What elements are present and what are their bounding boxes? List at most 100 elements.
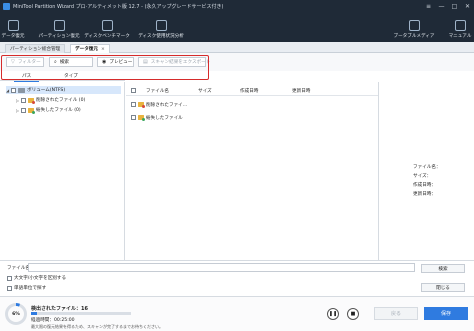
save-button[interactable]: 保存 xyxy=(424,307,468,320)
file-name: 紛失したファイル xyxy=(146,116,183,121)
column-size[interactable]: サイズ xyxy=(198,88,212,94)
preview-button[interactable]: ◉ プレビュー xyxy=(97,57,134,67)
tab-label: データ復元 xyxy=(75,47,98,52)
filter-icon: ▽ xyxy=(11,59,15,65)
match-case-checkbox[interactable] xyxy=(7,275,12,281)
ribbon-disk-benchmark-button[interactable]: ディスクベンチマーク xyxy=(84,12,130,42)
scan-progress-bar xyxy=(31,312,131,315)
file-list: ファイル名 サイズ 作成日時 更新日時 削除されたファイ... 紛失したファイル xyxy=(126,82,378,260)
view-tabs: パス タイプ xyxy=(0,71,125,82)
export-icon: ▤ xyxy=(143,59,148,65)
filter-button[interactable]: ▽ フィルター xyxy=(6,57,44,67)
column-name[interactable]: ファイル名 xyxy=(146,88,169,94)
data-recovery-icon xyxy=(7,20,19,31)
partition-recovery-icon xyxy=(53,20,65,31)
detail-created-label: 作成日時： xyxy=(413,183,436,188)
tree-item-volume[interactable]: ◢ ボリューム(NTFS) xyxy=(6,86,121,94)
filename-input[interactable] xyxy=(28,263,415,272)
disk-icon xyxy=(18,87,25,93)
tab-path[interactable]: パス xyxy=(13,73,40,82)
window-controls: ≡ — □ ✕ xyxy=(422,0,474,12)
tree-item-label: 削除されたファイル (0) xyxy=(36,98,86,103)
minimize-icon[interactable]: — xyxy=(435,0,448,12)
filter-label: フィルター xyxy=(17,60,41,65)
find-panel: ファイル名： 検索 大文字/小文字を区別する 単語単位で探す 閉じる xyxy=(0,260,474,296)
detail-modified-label: 更新日時： xyxy=(413,192,436,197)
tree-item-label: ボリューム(NTFS) xyxy=(27,88,66,93)
row-checkbox[interactable] xyxy=(131,102,136,107)
detail-size-label: サイズ： xyxy=(413,174,432,179)
file-details-panel: ファイル名： サイズ： 作成日時： 更新日時： xyxy=(378,82,474,260)
whole-word-option[interactable]: 単語単位で探す xyxy=(7,285,46,291)
deleted-folder-icon xyxy=(28,97,35,104)
tree-checkbox[interactable] xyxy=(21,107,26,113)
ribbon-label: マニュアル xyxy=(448,34,472,39)
whole-word-checkbox[interactable] xyxy=(7,285,12,291)
manual-icon xyxy=(454,20,466,31)
ribbon-label: データ復元 xyxy=(1,34,25,39)
space-analyzer-icon xyxy=(155,20,167,31)
ribbon-manual-button[interactable]: マニュアル xyxy=(448,12,472,42)
search-icon: ⌕ xyxy=(54,59,57,65)
match-case-label: 大文字/小文字を区別する xyxy=(14,276,67,281)
scan-status-bar: 6% 検出されたファイル：16 経過時間：00:25:00 最大限の復元結果を得… xyxy=(0,296,474,331)
scan-progress-percent: 6% xyxy=(8,306,24,322)
select-all-checkbox[interactable] xyxy=(131,88,136,93)
scan-progress-ring: 6% xyxy=(5,303,27,325)
scan-progress-bar-fill xyxy=(31,312,37,315)
column-created[interactable]: 作成日時 xyxy=(240,88,258,94)
pause-icon: ❚❚ xyxy=(328,311,338,317)
whole-word-label: 単語単位で探す xyxy=(14,286,47,291)
tree-item-label: 紛失したファイル (0) xyxy=(36,108,81,113)
column-modified[interactable]: 更新日時 xyxy=(292,88,310,94)
stop-icon: ■ xyxy=(350,311,356,317)
file-row[interactable]: 紛失したファイル xyxy=(126,113,378,122)
tree-item-lost-files[interactable]: ▷ 紛失したファイル (0) xyxy=(16,106,81,114)
tab-label: パーティション総合管理 xyxy=(10,47,61,52)
search-label: 検索 xyxy=(59,60,70,65)
folder-tree: ◢ ボリューム(NTFS) ▷ 削除されたファイル (0) ▷ 紛失したファイル… xyxy=(0,82,125,260)
file-row[interactable]: 削除されたファイ... xyxy=(126,100,378,109)
window-title: MiniTool Partition Wizard プロ·アルティメット版 12… xyxy=(13,3,224,10)
file-list-header: ファイル名 サイズ 作成日時 更新日時 xyxy=(126,86,378,96)
tree-checkbox[interactable] xyxy=(11,87,16,93)
ribbon-data-recovery-button[interactable]: データ復元 xyxy=(1,12,25,42)
pause-button[interactable]: ❚❚ xyxy=(327,308,339,320)
close-find-button[interactable]: 閉じる xyxy=(421,283,465,292)
tree-checkbox[interactable] xyxy=(21,97,26,103)
ribbon-partition-recovery-button[interactable]: パーティション復元 xyxy=(38,12,80,42)
back-button[interactable]: 戻る xyxy=(374,307,418,320)
tab-data-recovery[interactable]: データ復元 × xyxy=(70,44,110,53)
toolbar: ▽ フィルター ⌕ 検索 ◉ プレビュー ▤ スキャン結果をエクスポート xyxy=(0,53,474,71)
app-header: MiniTool Partition Wizard プロ·アルティメット版 12… xyxy=(0,0,474,42)
maximize-icon[interactable]: □ xyxy=(448,0,461,12)
preview-label: プレビュー xyxy=(109,60,133,65)
export-label: スキャン結果をエクスポート xyxy=(150,60,211,65)
ribbon-space-analyzer-button[interactable]: ディスク使用状況分析 xyxy=(136,12,186,42)
tab-partition-management[interactable]: パーティション総合管理 xyxy=(5,44,66,53)
close-icon[interactable]: ✕ xyxy=(461,0,474,12)
eye-icon: ◉ xyxy=(102,59,107,65)
row-checkbox[interactable] xyxy=(131,115,136,120)
ribbon-label: ディスク使用状況分析 xyxy=(138,34,184,39)
elapsed-time-label: 経過時間：00:25:00 xyxy=(31,318,75,323)
tree-item-deleted-files[interactable]: ▷ 削除されたファイル (0) xyxy=(16,96,85,104)
tab-strip: パーティション総合管理 データ復元 × xyxy=(0,42,474,53)
match-case-option[interactable]: 大文字/小文字を区別する xyxy=(7,275,66,281)
ribbon-label: パーティション復元 xyxy=(38,34,80,39)
files-found-label: 検出されたファイル：16 xyxy=(31,306,88,312)
tab-close-icon[interactable]: × xyxy=(101,47,105,52)
lost-folder-icon xyxy=(138,115,145,121)
tab-type[interactable]: タイプ xyxy=(64,73,78,79)
app-logo-icon xyxy=(3,2,10,10)
search-button[interactable]: ⌕ 検索 xyxy=(49,57,93,67)
ribbon-bootable-media-button[interactable]: ブータブルメディア xyxy=(393,12,435,42)
detail-filename-label: ファイル名： xyxy=(413,165,441,170)
ribbon-label: ディスクベンチマーク xyxy=(84,34,130,39)
deleted-folder-icon xyxy=(138,102,145,108)
export-scan-result-button[interactable]: ▤ スキャン結果をエクスポート xyxy=(138,57,210,67)
menu-icon[interactable]: ≡ xyxy=(422,0,435,12)
file-name: 削除されたファイ... xyxy=(146,103,188,108)
find-search-button[interactable]: 検索 xyxy=(421,264,465,273)
stop-button[interactable]: ■ xyxy=(347,308,359,320)
